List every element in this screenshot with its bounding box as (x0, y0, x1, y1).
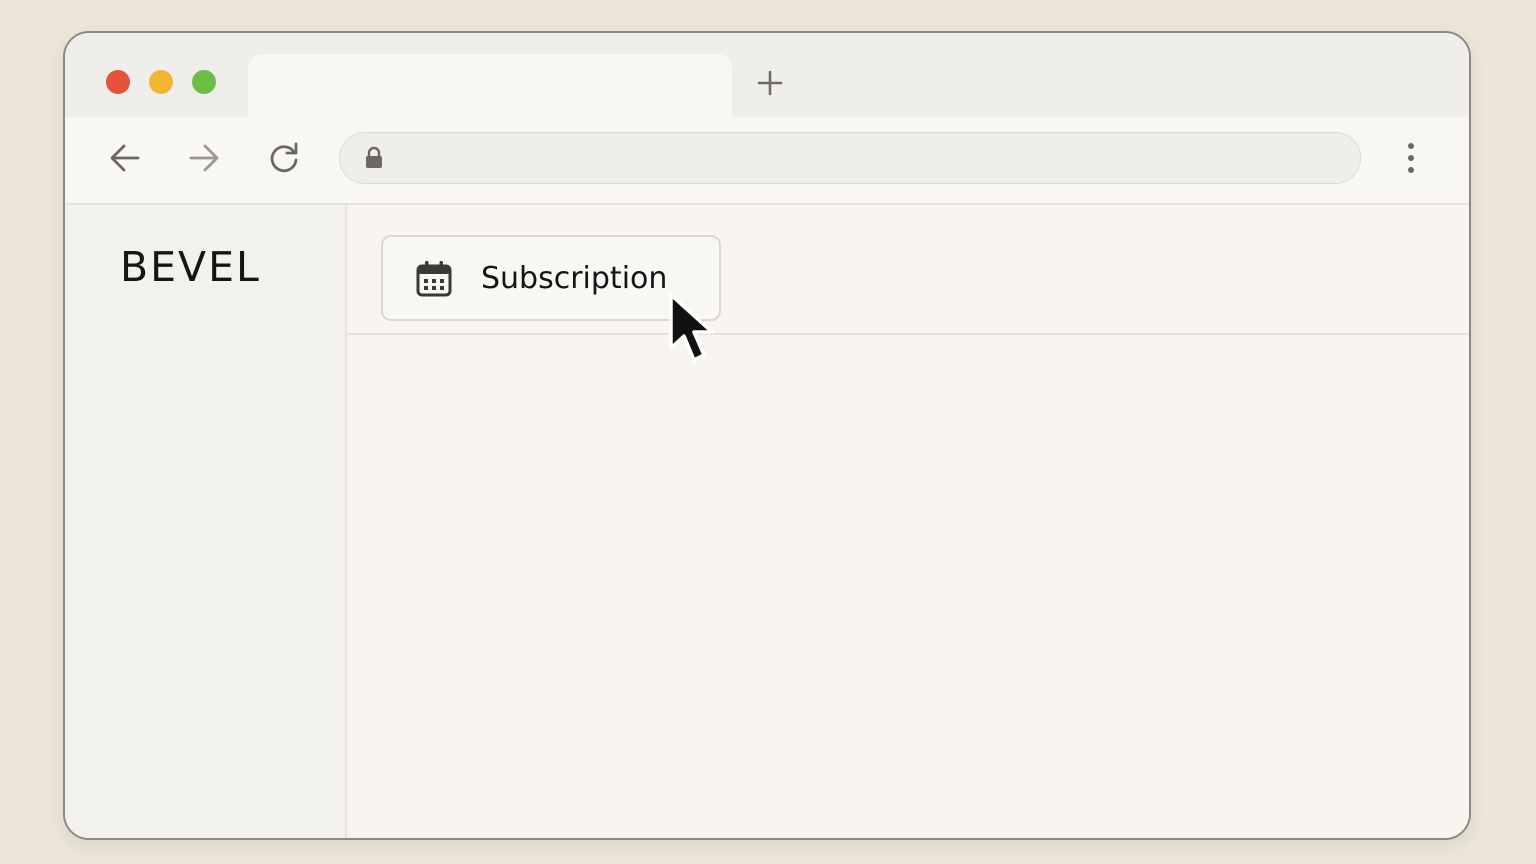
address-bar[interactable] (339, 132, 1361, 184)
content-header: Subscription (347, 205, 1469, 335)
kebab-menu-icon (1408, 143, 1414, 173)
browser-window: BEVEL Subscription (63, 31, 1471, 840)
subscription-button-label: Subscription (481, 260, 668, 296)
maximize-window-button[interactable] (192, 70, 216, 94)
tab-strip (65, 33, 1469, 117)
url-input[interactable] (396, 141, 1330, 177)
active-tab[interactable] (248, 54, 732, 117)
forward-button[interactable] (184, 138, 224, 178)
browser-toolbar (65, 117, 1469, 205)
plus-icon (757, 70, 783, 96)
main-content: Subscription (347, 205, 1469, 838)
brand-logo[interactable]: BEVEL (120, 247, 261, 288)
reload-icon (270, 142, 298, 173)
new-tab-button[interactable] (753, 66, 787, 100)
reload-button[interactable] (264, 138, 304, 178)
lock-icon (366, 146, 382, 168)
arrow-left-icon (110, 144, 140, 172)
arrow-right-icon (189, 144, 219, 172)
minimize-window-button[interactable] (149, 70, 173, 94)
calendar-icon (416, 261, 452, 297)
sidebar: BEVEL (65, 205, 347, 838)
mouse-pointer-icon (669, 293, 714, 362)
browser-menu-button[interactable] (1391, 138, 1431, 178)
back-button[interactable] (105, 138, 145, 178)
close-window-button[interactable] (106, 70, 130, 94)
